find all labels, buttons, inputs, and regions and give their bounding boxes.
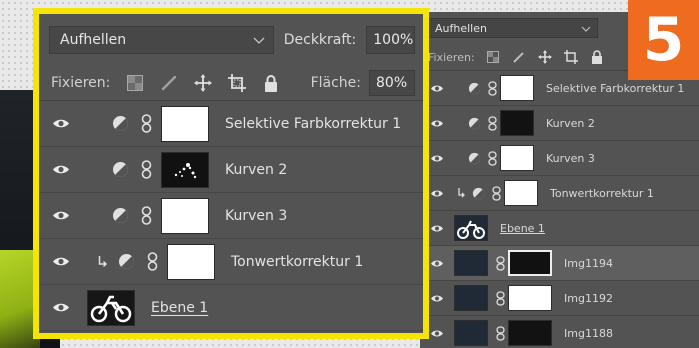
clipping-arrow-icon bbox=[454, 188, 468, 198]
layer-name: Selektive Farbkorrektur 1 bbox=[225, 115, 402, 132]
eye-icon[interactable] bbox=[39, 302, 83, 313]
adjustment-layer-icon bbox=[105, 207, 135, 224]
layer-list: Selektive Farbkorrektur 1 Kurven 2 Kurve… bbox=[39, 100, 423, 331]
layer-thumbnail[interactable] bbox=[87, 289, 135, 326]
back-blend-mode-value: Aufhellen bbox=[435, 21, 487, 35]
link-icon bbox=[484, 150, 500, 166]
lock-icon[interactable] bbox=[589, 49, 605, 65]
layer-mask-thumbnail[interactable] bbox=[504, 180, 538, 206]
adjustment-layer-icon bbox=[111, 253, 141, 270]
crop-icon[interactable] bbox=[563, 49, 579, 65]
back-layer-row[interactable]: Img1192 bbox=[420, 281, 699, 316]
link-icon bbox=[484, 115, 500, 131]
layer-mask-thumbnail[interactable] bbox=[500, 145, 534, 171]
adjustment-layer-icon bbox=[464, 82, 484, 95]
move-icon[interactable] bbox=[537, 49, 553, 65]
eye-icon[interactable] bbox=[39, 210, 83, 221]
move-icon[interactable] bbox=[194, 74, 213, 92]
brush-icon[interactable] bbox=[160, 74, 178, 92]
layer-name: Kurven 2 bbox=[225, 161, 288, 178]
back-layer-list: Selektive Farbkorrektur 1 Kurven 2 Kurve… bbox=[420, 70, 699, 348]
adjustment-layer-icon bbox=[105, 161, 135, 178]
link-icon bbox=[492, 255, 508, 271]
link-icon bbox=[488, 185, 504, 201]
layer-mask-thumbnail[interactable] bbox=[508, 320, 552, 346]
back-layer-name: Kurven 3 bbox=[546, 151, 595, 165]
fill-input[interactable]: 80% bbox=[369, 70, 415, 96]
step-number-badge: 5 bbox=[628, 0, 699, 80]
opacity-input[interactable]: 100% bbox=[366, 26, 415, 54]
adjustment-layer-icon bbox=[464, 152, 484, 165]
back-layer-name: Tonwertkorrektur 1 bbox=[550, 186, 654, 200]
blend-mode-select[interactable]: Aufhellen bbox=[49, 26, 274, 54]
link-icon bbox=[135, 160, 157, 179]
opacity-label: Deckkraft: bbox=[283, 32, 357, 48]
link-icon bbox=[484, 80, 500, 96]
eye-icon[interactable] bbox=[39, 164, 83, 175]
chevron-down-icon bbox=[253, 37, 265, 44]
back-layer-name: Kurven 2 bbox=[546, 116, 595, 130]
adjustment-layer-icon bbox=[105, 115, 135, 132]
link-icon bbox=[492, 290, 508, 306]
lock-label: Fixieren: bbox=[51, 75, 111, 91]
lock-transparent-pixels-icon[interactable] bbox=[485, 49, 501, 65]
link-icon bbox=[141, 252, 163, 271]
motorcycle-thumbnail-icon bbox=[457, 220, 485, 239]
layer-mask-thumbnail[interactable] bbox=[500, 110, 534, 136]
lock-transparent-pixels-icon[interactable] bbox=[126, 74, 144, 92]
link-icon bbox=[492, 325, 508, 341]
chevron-down-icon bbox=[581, 22, 591, 35]
eye-icon[interactable] bbox=[39, 118, 83, 129]
blend-mode-value: Aufhellen bbox=[60, 32, 127, 48]
motorcycle-thumbnail-icon bbox=[90, 295, 132, 322]
back-layer-row[interactable]: Img1194 bbox=[420, 246, 699, 281]
layer-row[interactable]: Kurven 2 bbox=[39, 147, 423, 193]
smart-object-thumbnail[interactable] bbox=[454, 250, 488, 276]
layer-mask-thumbnail[interactable] bbox=[500, 75, 534, 101]
layer-row[interactable]: Tonwertkorrektur 1 bbox=[39, 239, 423, 285]
layer-mask-thumbnail[interactable] bbox=[508, 250, 552, 276]
back-layer-name: Ebene 1 bbox=[500, 221, 545, 235]
layer-name: Tonwertkorrektur 1 bbox=[231, 253, 364, 270]
lock-row: Fixieren: Fläche: 80% bbox=[39, 66, 423, 100]
link-icon bbox=[135, 114, 157, 133]
link-icon bbox=[135, 206, 157, 225]
layer-row[interactable]: Kurven 3 bbox=[39, 193, 423, 239]
adjustment-layer-icon bbox=[468, 187, 488, 200]
back-layer-name: Selektive Farbkorrektur 1 bbox=[546, 81, 685, 95]
brush-icon[interactable] bbox=[511, 49, 527, 65]
back-layer-row[interactable]: Img1188 bbox=[420, 316, 699, 348]
adjustment-layer-icon bbox=[464, 117, 484, 130]
mask-speckle-icon bbox=[174, 162, 197, 178]
back-layer-name: Img1188 bbox=[564, 326, 613, 340]
layer-thumbnail[interactable] bbox=[454, 215, 488, 241]
layer-name: Kurven 3 bbox=[225, 207, 288, 224]
eye-icon[interactable] bbox=[39, 256, 83, 267]
back-blend-mode-select[interactable]: Aufhellen bbox=[428, 18, 598, 38]
clipping-arrow-icon bbox=[93, 255, 111, 268]
back-layer-name: Img1192 bbox=[564, 291, 613, 305]
layer-mask-thumbnail[interactable] bbox=[161, 105, 209, 142]
front-header: Aufhellen Deckkraft: 100% bbox=[39, 14, 423, 66]
smart-object-thumbnail[interactable] bbox=[454, 320, 488, 346]
layer-mask-thumbnail[interactable] bbox=[161, 197, 209, 234]
smart-object-thumbnail[interactable] bbox=[454, 285, 488, 311]
layer-row[interactable]: Selektive Farbkorrektur 1 bbox=[39, 101, 423, 147]
layer-row[interactable]: Ebene 1 bbox=[39, 285, 423, 331]
back-layer-row[interactable]: Ebene 1 bbox=[420, 211, 699, 246]
lock-icon[interactable] bbox=[262, 74, 280, 92]
layer-mask-thumbnail[interactable] bbox=[161, 151, 209, 188]
layers-panel-highlighted: Aufhellen Deckkraft: 100% Fixieren: Fläc… bbox=[33, 8, 429, 339]
layer-mask-thumbnail[interactable] bbox=[167, 243, 215, 280]
crop-icon[interactable] bbox=[228, 74, 247, 92]
fill-label: Fläche: bbox=[310, 75, 361, 91]
back-layer-name: Img1194 bbox=[564, 256, 613, 270]
layer-mask-thumbnail[interactable] bbox=[508, 285, 552, 311]
back-layer-row[interactable]: Kurven 3 bbox=[420, 141, 699, 176]
layer-name: Ebene 1 bbox=[151, 299, 209, 316]
back-layer-row[interactable]: Kurven 2 bbox=[420, 106, 699, 141]
back-lock-label: Fixieren: bbox=[428, 50, 475, 64]
back-layer-row[interactable]: Tonwertkorrektur 1 bbox=[420, 176, 699, 211]
